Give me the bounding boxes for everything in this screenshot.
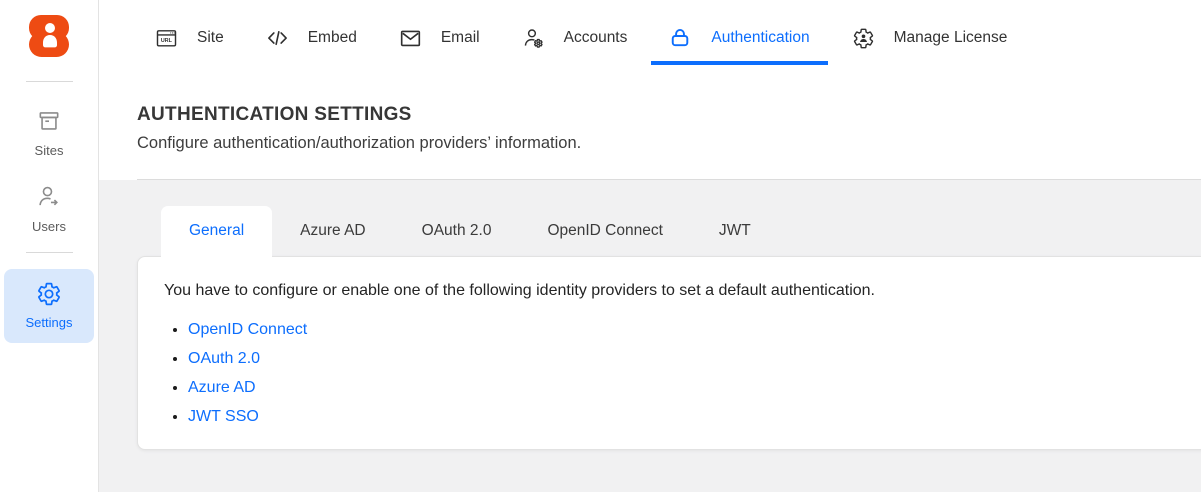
settings-content: General Azure AD OAuth 2.0 OpenID Connec… — [99, 180, 1201, 492]
tab-openid-connect[interactable]: OpenID Connect — [519, 206, 690, 256]
link-jwt-sso[interactable]: JWT SSO — [188, 408, 259, 425]
sidebar-item-settings[interactable]: Settings — [4, 269, 94, 343]
nav-item-label: Manage License — [893, 29, 1008, 46]
page-subtitle: Configure authentication/authorization p… — [137, 134, 582, 152]
sidebar: Sites Users Settings — [0, 0, 99, 492]
tab-oauth-2[interactable]: OAuth 2.0 — [394, 206, 520, 256]
nav-item-email[interactable]: Email — [381, 12, 498, 64]
list-item: OAuth 2.0 — [188, 350, 1178, 368]
tab-general[interactable]: General — [161, 206, 273, 256]
sidebar-item-users[interactable]: Users — [4, 184, 94, 234]
sidebar-item-label: Users — [32, 219, 66, 234]
app-window: Sites Users Settings URL Site Embed Emai… — [0, 0, 1201, 492]
nav-item-label: Embed — [307, 29, 357, 46]
link-openid-connect[interactable]: OpenID Connect — [188, 321, 307, 338]
nav-item-accounts[interactable]: Accounts — [504, 12, 646, 64]
list-item: OpenID Connect — [188, 321, 1178, 339]
provider-link-list: OpenID Connect OAuth 2.0 Azure AD JWT SS… — [164, 321, 1178, 426]
code-brackets-icon — [267, 30, 287, 45]
general-tab-panel: You have to configure or enable one of t… — [137, 256, 1201, 450]
page-header: AUTHENTICATION SETTINGS Configure authen… — [99, 64, 1201, 153]
archive-box-icon — [39, 112, 59, 130]
settings-top-nav: URL Site Embed Email Accounts Authentica… — [99, 12, 1201, 65]
brand-logo-icon[interactable] — [26, 13, 72, 59]
sidebar-divider — [25, 252, 73, 253]
browser-url-icon: URL — [156, 29, 177, 47]
sidebar-divider — [25, 81, 73, 82]
tab-jwt[interactable]: JWT — [691, 206, 779, 256]
gear-person-icon — [853, 28, 873, 48]
nav-item-authentication[interactable]: Authentication — [651, 12, 828, 65]
sidebar-item-label: Settings — [25, 315, 73, 330]
nav-item-label: Accounts — [563, 29, 628, 46]
nav-item-site[interactable]: URL Site — [137, 12, 242, 64]
envelope-icon — [400, 30, 420, 46]
gear-icon — [38, 282, 60, 306]
user-gear-icon — [524, 28, 543, 48]
nav-item-label: Authentication — [711, 29, 810, 46]
link-oauth-2[interactable]: OAuth 2.0 — [188, 350, 260, 367]
user-arrow-icon — [39, 186, 58, 206]
nav-item-manage-license[interactable]: Manage License — [834, 12, 1026, 64]
sidebar-item-label: Sites — [34, 143, 64, 158]
lock-icon — [672, 28, 689, 46]
auth-tab-bar: General Azure AD OAuth 2.0 OpenID Connec… — [161, 206, 1201, 256]
nav-item-embed[interactable]: Embed — [248, 12, 375, 64]
tab-azure-ad[interactable]: Azure AD — [272, 206, 393, 256]
link-azure-ad[interactable]: Azure AD — [188, 379, 256, 396]
page-title: AUTHENTICATION SETTINGS — [137, 104, 412, 125]
nav-item-label: Email — [440, 29, 480, 46]
list-item: JWT SSO — [188, 408, 1178, 426]
sidebar-item-sites[interactable]: Sites — [4, 108, 94, 158]
panel-intro-text: You have to configure or enable one of t… — [164, 282, 875, 299]
list-item: Azure AD — [188, 379, 1178, 397]
svg-text:URL: URL — [161, 38, 173, 44]
nav-item-label: Site — [197, 29, 224, 46]
main-area: URL Site Embed Email Accounts Authentica… — [99, 0, 1201, 492]
